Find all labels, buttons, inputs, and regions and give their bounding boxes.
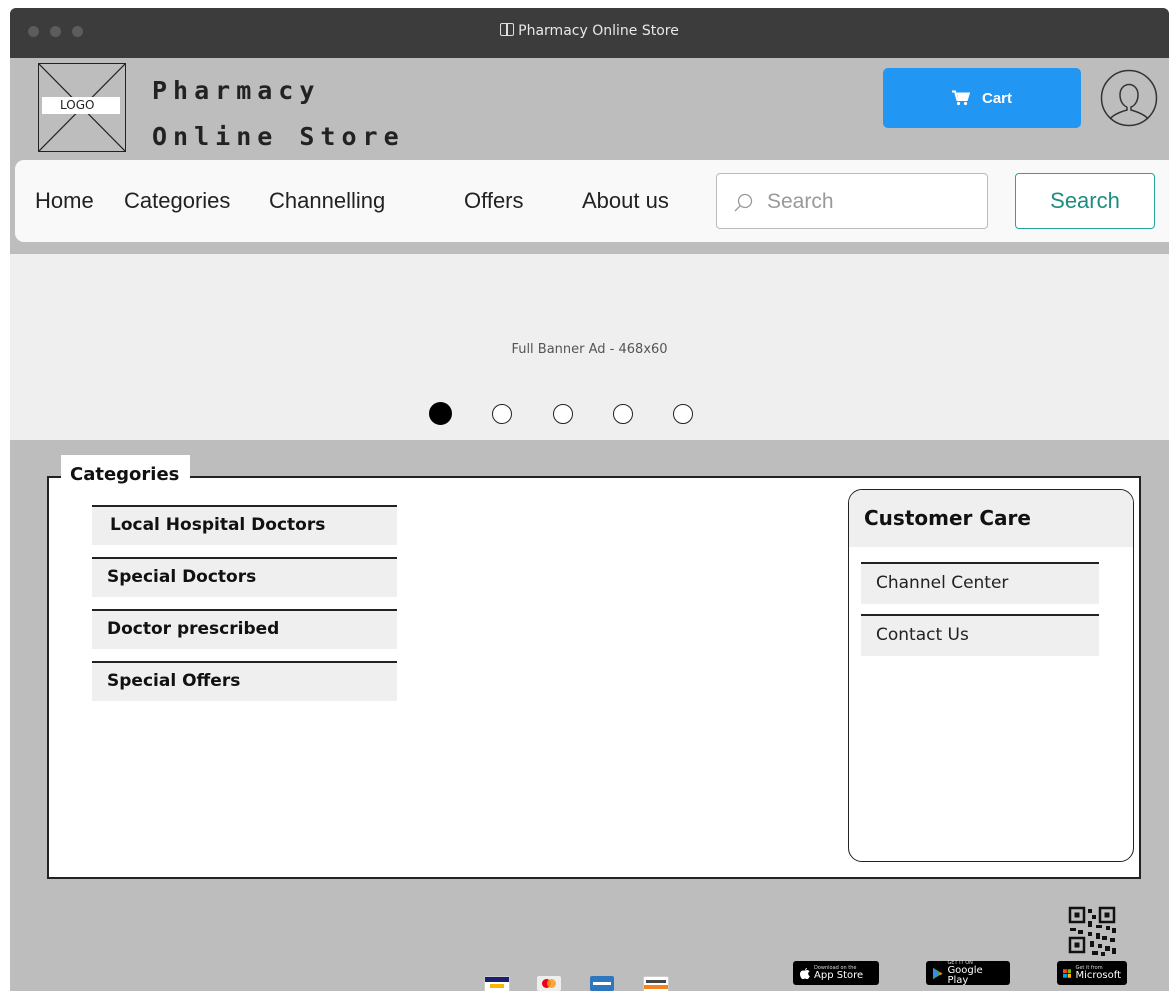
nav-home[interactable]: Home [35,188,94,214]
microsoft-store-badge[interactable]: Get it from Microsoft [1057,961,1127,985]
nav-channelling[interactable]: Channelling [269,188,385,214]
microsoft-icon [1063,968,1072,978]
search-field[interactable] [716,173,988,229]
category-special-doctors[interactable]: Special Doctors [92,557,397,597]
amex-icon [590,976,614,991]
visa-icon [484,976,510,991]
customer-care-channel-center[interactable]: Channel Center [861,562,1099,604]
app-store-badge[interactable]: Download on the App Store [793,961,879,985]
brand-line-2: Online Store [152,122,405,151]
carousel-dot-5[interactable] [673,404,693,424]
google-play-badge[interactable]: GET IT ON Google Play [926,960,1010,986]
user-avatar-icon[interactable] [1100,69,1158,127]
cart-icon [951,90,970,106]
category-local-hospital-doctors[interactable]: Local Hospital Doctors [92,505,397,545]
browser-window: Pharmacy Online Store LOGO Pharmacy Onli… [10,8,1169,991]
nav-bar: Home Categories Channelling Offers About… [15,160,1169,242]
customer-care-contact-us[interactable]: Contact Us [861,614,1099,656]
search-button[interactable]: Search [1015,173,1155,229]
search-input[interactable] [765,186,979,218]
banner-ad-text: Full Banner Ad - 468x60 [511,342,668,357]
mastercard-icon [537,976,561,991]
category-doctor-prescribed[interactable]: Doctor prescribed [92,609,397,649]
category-special-offers[interactable]: Special Offers [92,661,397,701]
nav-about-us[interactable]: About us [582,188,669,214]
google-play-icon [932,967,943,979]
title-bar: Pharmacy Online Store [10,8,1169,58]
brand-name: Pharmacy Online Store [152,68,405,160]
carousel-dot-3[interactable] [553,404,573,424]
carousel-dot-4[interactable] [613,404,633,424]
carousel-dot-1[interactable] [429,402,452,425]
banner-ad[interactable]: Full Banner Ad - 468x60 [10,254,1169,440]
customer-care-title: Customer Care [849,490,1133,547]
nav-categories[interactable]: Categories [124,188,230,214]
window-icon [500,23,515,36]
cart-button[interactable]: Cart [883,68,1081,128]
search-icon [734,193,753,212]
categories-title: Categories [61,455,191,495]
cart-label: Cart [981,89,1012,107]
window-title: Pharmacy Online Store [10,23,1169,39]
brand-line-1: Pharmacy [152,76,321,105]
logo-label: LOGO [42,97,120,114]
nav-offers[interactable]: Offers [464,188,524,214]
discover-icon [643,976,669,991]
customer-care-panel: Customer Care Channel Center Contact Us [848,489,1134,862]
logo-placeholder[interactable]: LOGO [38,63,126,152]
qr-code-icon [1068,906,1116,956]
apple-icon [800,967,810,979]
carousel-dot-2[interactable] [492,404,512,424]
